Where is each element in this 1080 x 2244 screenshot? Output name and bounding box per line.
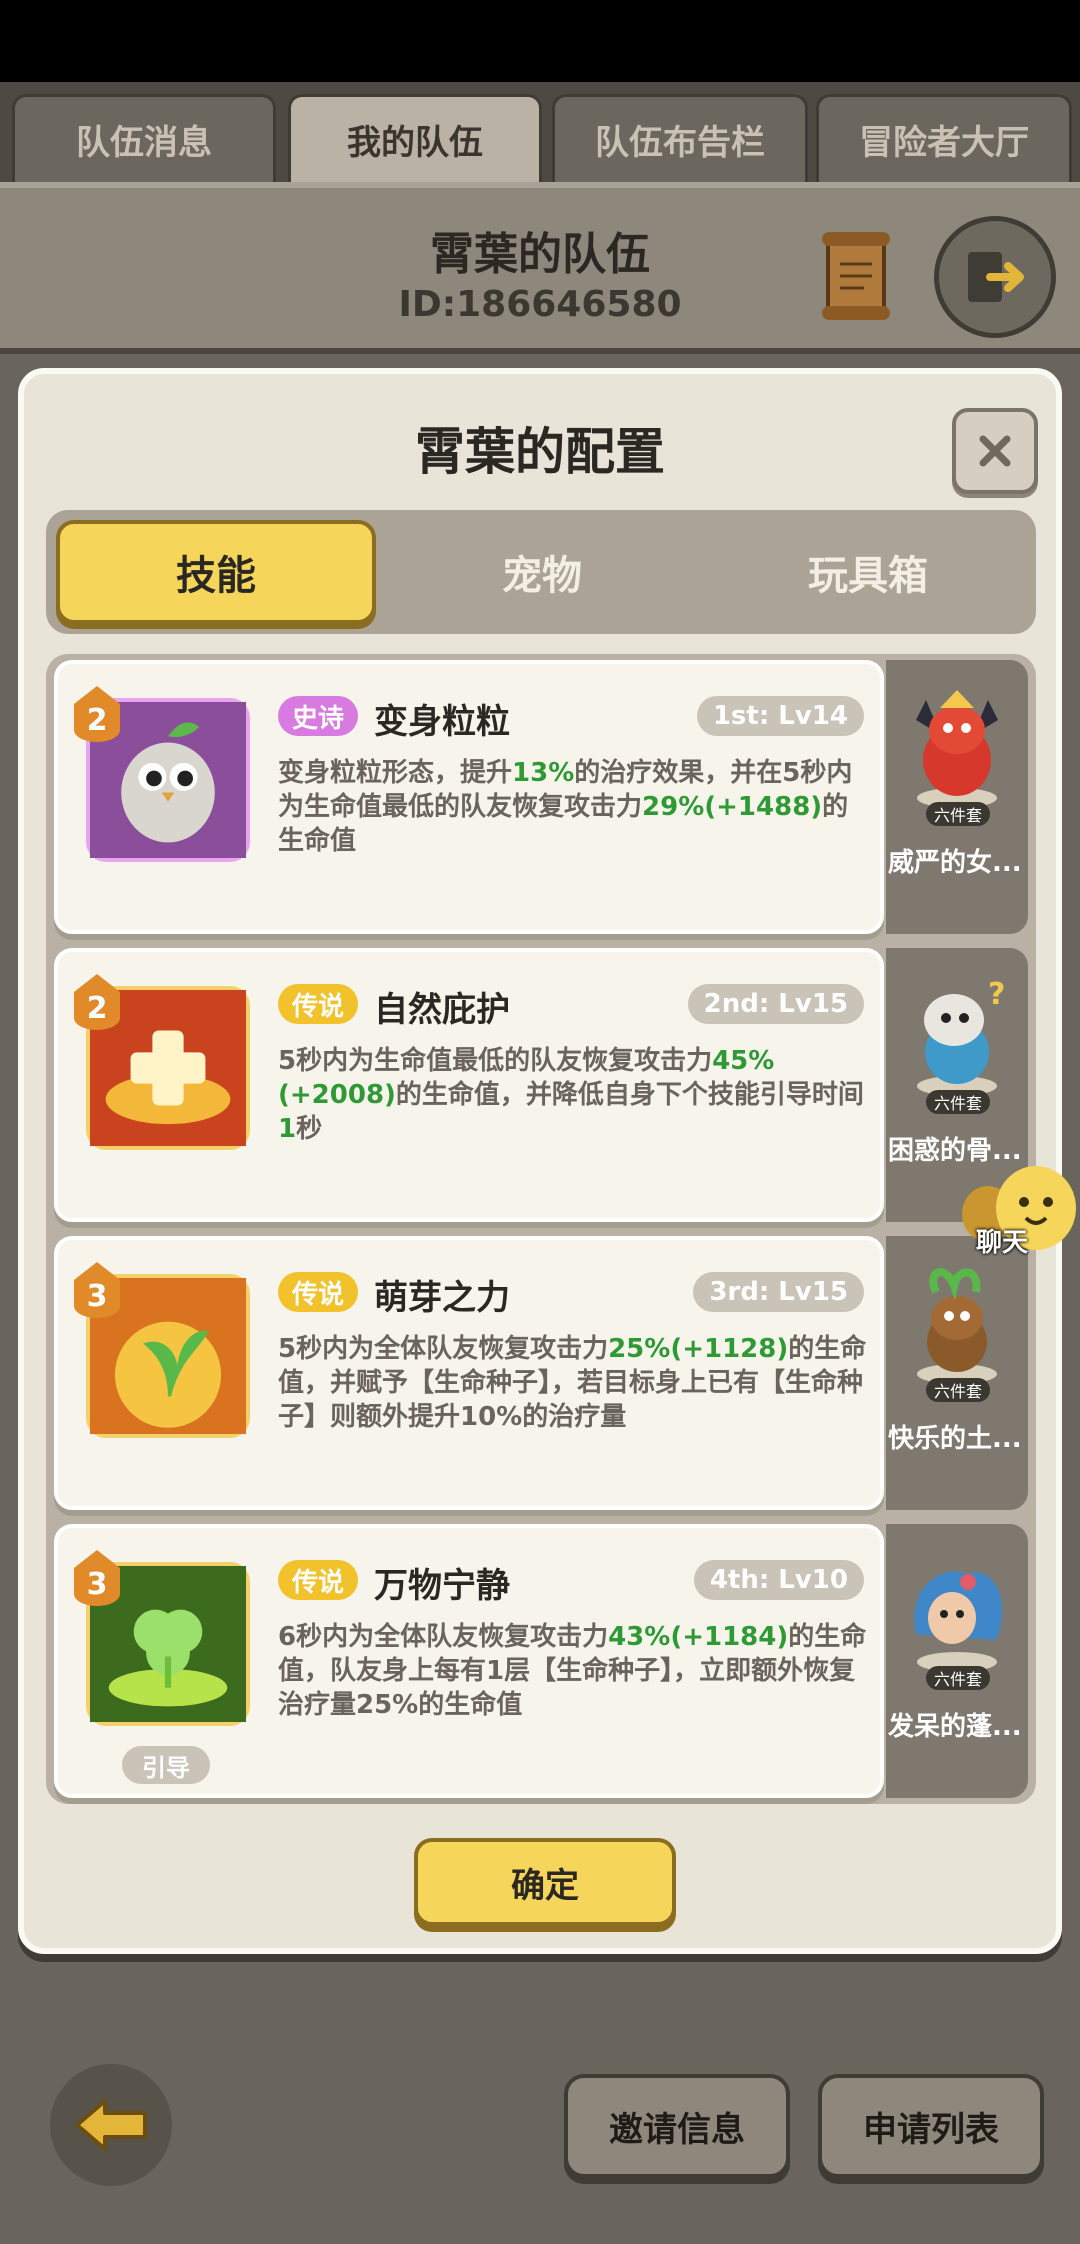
skill-card[interactable]: 2 传说 自然庇护 2nd: Lv15 5秒内为生命值最低的队友恢复攻击力45%… — [54, 948, 884, 1222]
skill-name: 自然庇护 — [374, 990, 510, 1030]
pet-set-badge: 六件套 — [926, 802, 991, 826]
svg-text:3: 3 — [87, 1279, 108, 1314]
back-arrow-icon — [75, 2099, 147, 2151]
team-name: 霄葉的队伍 — [430, 229, 650, 280]
skill-description: 变身粒粒形态，提升13%的治疗效果，并在5秒内为生命值最低的队友恢复攻击力29%… — [278, 758, 853, 856]
pet-name: 威严的女... — [888, 848, 1022, 878]
pet-slot[interactable]: 六件套 快乐的土... — [886, 1236, 1028, 1510]
skill-description: 6秒内为全体队友恢复攻击力43%(+1184)的生命值，队友身上每有1层【生命种… — [278, 1622, 867, 1720]
tab-toybox[interactable]: 玩具箱 — [708, 520, 1028, 624]
pet-name: 发呆的蓬... — [888, 1712, 1022, 1742]
rarity-tag: 传说 — [278, 1272, 359, 1312]
config-tab-bar: 技能 宠物 玩具箱 — [46, 510, 1036, 634]
pet-set-badge: 六件套 — [926, 1090, 991, 1114]
tab-my-team[interactable]: 我的队伍 — [288, 94, 542, 182]
leave-team-button[interactable] — [934, 216, 1056, 338]
skill-description: 5秒内为全体队友恢复攻击力25%(+1128)的生命值，并赋予【生命种子】，若目… — [278, 1334, 867, 1432]
skill-description: 5秒内为生命值最低的队友恢复攻击力45%(+2008)的生命值，并降低自身下个技… — [278, 1046, 864, 1144]
pet-raccoon-icon — [917, 1268, 997, 1384]
svg-text:2: 2 — [87, 703, 108, 738]
level-badge: 2 — [74, 974, 120, 1030]
level-badge: 2 — [74, 686, 120, 742]
team-header: 霄葉的队伍 ID:186646580 — [0, 182, 1080, 354]
tab-skills[interactable]: 技能 — [56, 520, 376, 624]
tab-adventurer-hall[interactable]: 冒险者大厅 — [816, 94, 1072, 182]
pet-set-badge: 六件套 — [926, 1666, 991, 1690]
skill-slot: 3rd: Lv15 — [693, 1272, 864, 1312]
scroll-icon[interactable] — [818, 230, 894, 322]
skill-card[interactable]: 3 传说 萌芽之力 3rd: Lv15 5秒内为全体队友恢复攻击力25%(+11… — [54, 1236, 884, 1510]
pet-bone-dragon-icon: ? — [917, 977, 1005, 1096]
rarity-tag: 史诗 — [278, 696, 359, 736]
level-badge: 3 — [74, 1262, 120, 1318]
svg-text:3: 3 — [87, 1567, 108, 1602]
skill-slot: 1st: Lv14 — [696, 696, 864, 736]
exit-icon — [968, 252, 1024, 302]
pet-fluffy-icon — [914, 1571, 1003, 1672]
skill-name: 万物宁静 — [374, 1566, 510, 1606]
skill-slot: 2nd: Lv15 — [687, 984, 864, 1024]
close-icon — [979, 435, 1011, 467]
back-button[interactable] — [50, 2064, 172, 2186]
level-badge: 3 — [74, 1550, 120, 1606]
confirm-button[interactable]: 确定 — [414, 1838, 676, 1926]
skill-card[interactable]: 2 史诗 变身粒粒 1st: Lv14 变身粒粒形态，提升13%的治疗效果，并在… — [54, 660, 884, 934]
invite-info-button[interactable]: 邀请信息 — [564, 2074, 790, 2178]
tab-team-board[interactable]: 队伍布告栏 — [552, 94, 808, 182]
team-id: ID:186646580 — [398, 284, 682, 325]
skill-name: 萌芽之力 — [374, 1278, 510, 1318]
pet-slot[interactable]: 六件套 发呆的蓬... — [886, 1524, 1028, 1798]
tab-team-messages[interactable]: 队伍消息 — [12, 94, 276, 182]
tab-pets[interactable]: 宠物 — [382, 520, 702, 624]
pet-red-dragon-icon — [916, 690, 998, 808]
dialog-title: 霄葉的配置 — [415, 423, 665, 481]
close-button[interactable] — [952, 408, 1038, 494]
status-bar — [0, 0, 1080, 82]
skill-name: 变身粒粒 — [374, 702, 510, 742]
config-dialog: 霄葉的配置 技能 宠物 玩具箱 2 史诗 变身粒粒 1st: Lv14 变身粒粒… — [18, 368, 1062, 1954]
channel-chip: 引导 — [122, 1746, 210, 1784]
pet-set-badge: 六件套 — [926, 1378, 991, 1402]
top-tab-bar: 队伍消息 我的队伍 队伍布告栏 冒险者大厅 — [0, 82, 1080, 182]
skill-slot: 4th: Lv10 — [693, 1560, 864, 1600]
apply-list-button[interactable]: 申请列表 — [818, 2074, 1044, 2178]
pet-name: 快乐的土... — [888, 1424, 1022, 1454]
pet-slot[interactable]: 六件套 威严的女... — [886, 660, 1028, 934]
rarity-tag: 传说 — [278, 1560, 359, 1600]
rarity-tag: 传说 — [278, 984, 359, 1024]
svg-text:2: 2 — [87, 991, 108, 1026]
skill-card[interactable]: 3 传说 万物宁静 4th: Lv10 6秒内为全体队友恢复攻击力43%(+11… — [54, 1524, 884, 1798]
chat-label: 聊天 — [976, 1228, 1029, 1258]
svg-text:?: ? — [988, 977, 1005, 1012]
